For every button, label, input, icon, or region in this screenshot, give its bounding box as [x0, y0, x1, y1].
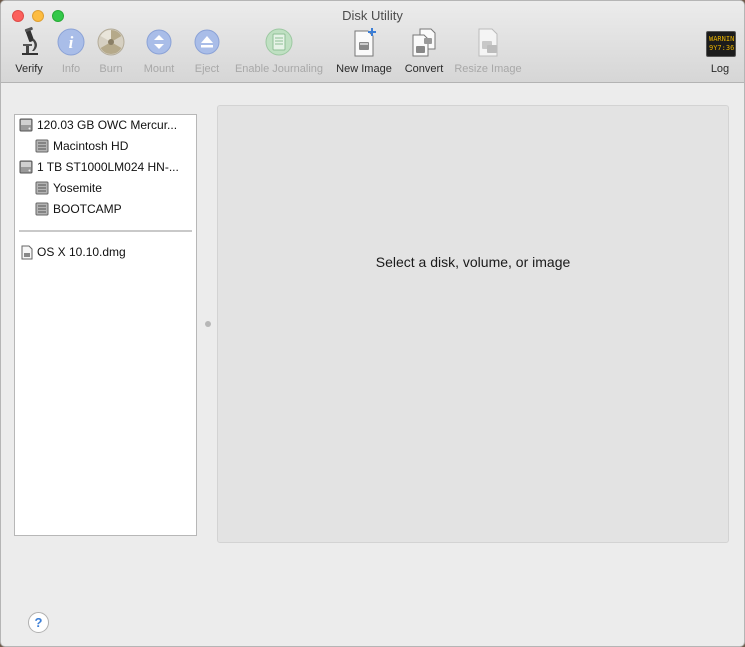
info-button[interactable]: i Info: [51, 27, 91, 77]
burn-radiation-icon: [97, 28, 125, 56]
convert-icon: [412, 28, 436, 57]
verify-label: Verify: [15, 63, 43, 75]
hard-disk-icon: [19, 118, 33, 132]
burn-button[interactable]: Burn: [91, 27, 131, 77]
log-icon-line-1: WARNIN: [709, 35, 735, 43]
enable-journaling-label: Enable Journaling: [234, 63, 324, 75]
question-mark-icon: ?: [34, 615, 43, 630]
list-item-dmg-image[interactable]: OS X 10.10.dmg: [15, 242, 196, 262]
split-view-handle[interactable]: [205, 321, 211, 327]
eject-icon: [194, 29, 220, 55]
volume-icon: [35, 202, 49, 216]
volume-icon: [35, 139, 49, 153]
volume-label: BOOTCAMP: [53, 202, 122, 216]
mount-label: Mount: [143, 63, 175, 75]
help-button[interactable]: ?: [28, 612, 49, 633]
convert-label: Convert: [404, 63, 444, 75]
new-image-icon: [354, 28, 376, 57]
eject-label: Eject: [194, 63, 220, 75]
volume-label: Yosemite: [53, 181, 102, 195]
disk-label: 120.03 GB OWC Mercur...: [37, 118, 178, 132]
new-image-button[interactable]: New Image: [333, 27, 395, 77]
svg-text:i: i: [69, 33, 74, 52]
mount-icon: [146, 29, 172, 55]
disk-image-icon: [21, 245, 33, 260]
window-title: Disk Utility: [342, 8, 403, 23]
log-icon-line-2: 9Y7:36: [709, 44, 735, 52]
volume-label: Macintosh HD: [53, 139, 129, 153]
burn-label: Burn: [99, 63, 123, 75]
device-list[interactable]: 120.03 GB OWC Mercur... Macintosh HD 1 T…: [14, 114, 197, 536]
journal-icon: [265, 28, 293, 56]
list-item-disk-st1000[interactable]: 1 TB ST1000LM024 HN-...: [15, 157, 196, 177]
microscope-icon: [22, 27, 38, 55]
detail-pane: Select a disk, volume, or image: [217, 105, 729, 543]
console-log-icon: WARNIN 9Y7:36: [706, 31, 736, 57]
list-item-macintosh-hd[interactable]: Macintosh HD: [15, 136, 196, 156]
eject-button[interactable]: Eject: [187, 27, 227, 77]
title-bar: Disk Utility Verify i Info Burn Mount Ej…: [1, 1, 744, 83]
volume-icon: [35, 181, 49, 195]
disk-label: 1 TB ST1000LM024 HN-...: [37, 160, 179, 174]
list-item-yosemite[interactable]: Yosemite: [15, 178, 196, 198]
log-button[interactable]: WARNIN 9Y7:36 Log: [701, 27, 739, 77]
image-label: OS X 10.10.dmg: [37, 245, 126, 259]
info-label: Info: [61, 63, 81, 75]
resize-image-icon: [478, 28, 498, 57]
enable-journaling-button[interactable]: Enable Journaling: [229, 27, 329, 77]
verify-button[interactable]: Verify: [9, 27, 49, 77]
list-item-bootcamp[interactable]: BOOTCAMP: [15, 199, 196, 219]
disk-utility-window: Disk Utility Verify i Info Burn Mount Ej…: [0, 0, 745, 647]
info-icon: i: [57, 28, 85, 56]
empty-selection-message: Select a disk, volume, or image: [375, 254, 571, 270]
resize-image-button[interactable]: Resize Image: [451, 27, 525, 77]
log-label: Log: [710, 63, 730, 75]
hard-disk-icon: [19, 160, 33, 174]
resize-image-label: Resize Image: [454, 63, 522, 75]
list-item-disk-owc[interactable]: 120.03 GB OWC Mercur...: [15, 115, 196, 135]
convert-button[interactable]: Convert: [399, 27, 449, 77]
new-image-label: New Image: [336, 63, 392, 75]
list-divider: [19, 230, 192, 232]
mount-button[interactable]: Mount: [137, 27, 181, 77]
